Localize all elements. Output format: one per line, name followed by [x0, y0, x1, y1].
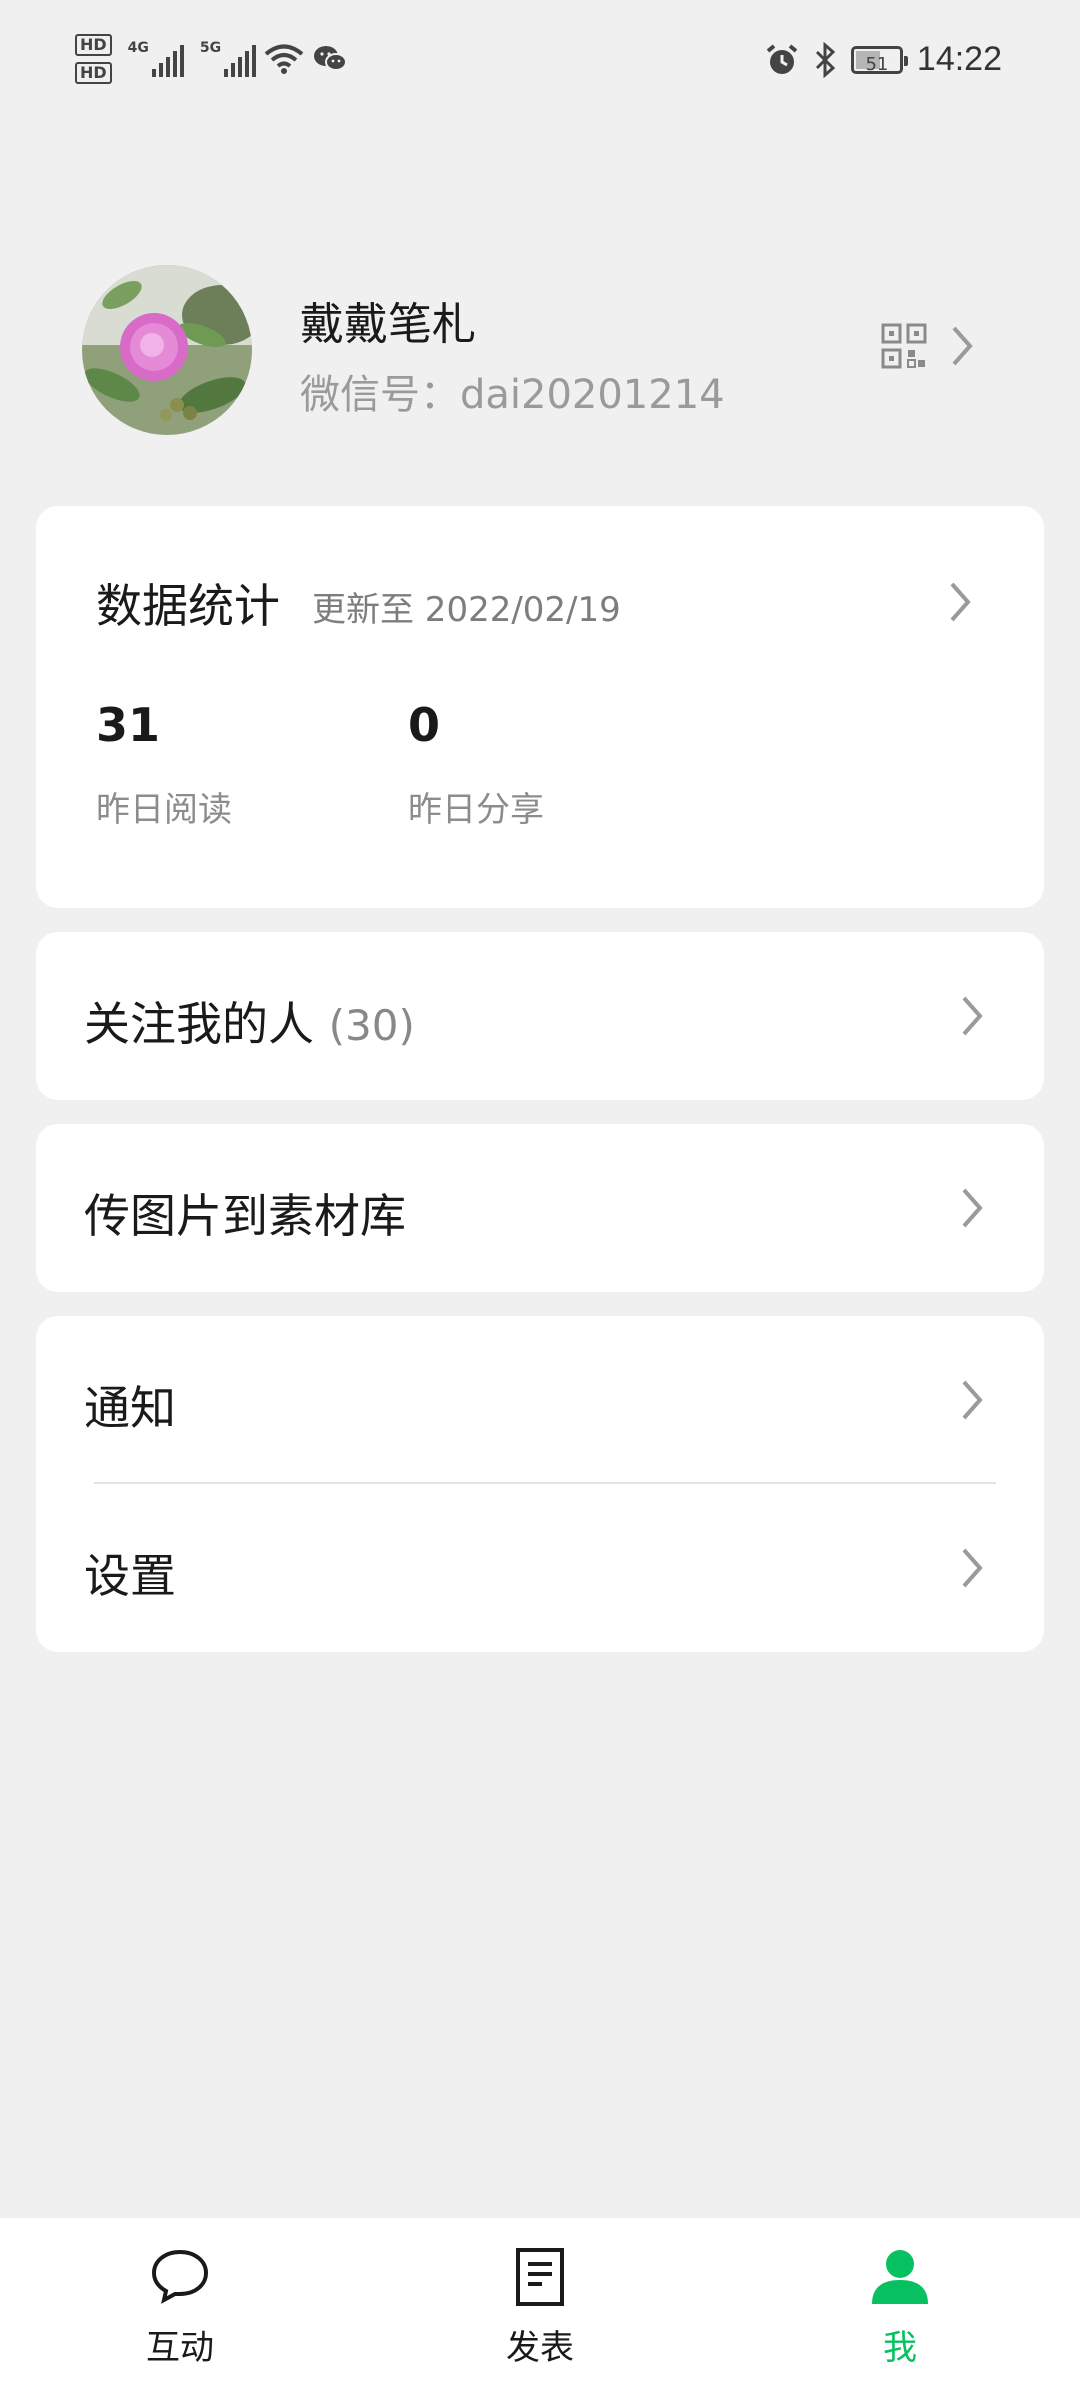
tab-interact-label: 互动	[146, 2328, 214, 2368]
followers-label: 关注我的人 (30)	[84, 988, 415, 1054]
chevron-right-icon	[962, 1188, 983, 1228]
yesterday-reads-label: 昨日阅读	[96, 790, 232, 830]
notifications-row[interactable]: 通知	[36, 1316, 1044, 1482]
net1-label: 4G	[127, 40, 149, 56]
alarm-icon	[766, 43, 798, 74]
chevron-right-icon	[950, 582, 971, 622]
tab-publish[interactable]: 发表	[440, 2218, 640, 2388]
yesterday-reads-value: 31	[96, 698, 161, 752]
signal-4g: 4G	[128, 41, 184, 77]
followers-count: (30)	[328, 1001, 415, 1050]
status-right: 51 14:22	[765, 40, 1002, 79]
followers-row[interactable]: 关注我的人 (30)	[36, 932, 1044, 1100]
bluetooth-icon	[815, 41, 836, 78]
bottom-tab-bar: 互动 发表 我	[0, 2218, 1080, 2388]
clock: 14:22	[916, 40, 1002, 78]
stats-updated-date: 更新至 2022/02/19	[312, 590, 621, 630]
chevron-right-icon	[962, 1380, 983, 1420]
chevron-right-icon	[962, 996, 983, 1036]
profile-name: 戴戴笔札	[300, 299, 476, 350]
settings-row[interactable]: 设置	[36, 1484, 1044, 1652]
chevron-right-icon	[962, 1548, 983, 1588]
followers-text: 关注我的人	[84, 997, 314, 1051]
battery-icon: 51	[850, 45, 908, 75]
tab-me-label: 我	[883, 2328, 917, 2368]
hd2-badge: HD	[75, 62, 112, 84]
wifi-icon	[264, 44, 304, 74]
signal-bars-icon	[224, 45, 257, 77]
signal-bars-icon	[151, 45, 184, 77]
chat-bubble-icon	[151, 2249, 209, 2304]
settings-group: 通知 设置	[36, 1316, 1044, 1652]
stats-card[interactable]: 数据统计 更新至 2022/02/19 31 昨日阅读 0 昨日分享	[36, 506, 1044, 908]
chevron-right-icon	[952, 326, 973, 366]
wechat-icon	[314, 46, 348, 71]
document-icon	[516, 2248, 564, 2306]
tab-publish-label: 发表	[506, 2328, 574, 2368]
notifications-label: 通知	[84, 1381, 176, 1435]
wechat-id: 微信号：dai20201214	[300, 372, 725, 418]
status-left: HD HD 4G 5G	[75, 34, 348, 84]
avatar-flower-image	[82, 265, 252, 435]
yesterday-shares-label: 昨日分享	[408, 790, 544, 830]
settings-label: 设置	[84, 1549, 176, 1603]
hd1-badge: HD	[75, 34, 112, 56]
battery-level: 51	[865, 53, 889, 75]
person-icon	[872, 2250, 928, 2304]
profile-header[interactable]: 戴戴笔札 微信号：dai20201214	[0, 260, 1080, 440]
stats-title: 数据统计	[96, 579, 280, 633]
yesterday-shares-value: 0	[408, 698, 441, 752]
tab-interact[interactable]: 互动	[80, 2218, 280, 2388]
upload-images-label: 传图片到素材库	[84, 1189, 406, 1243]
avatar[interactable]	[82, 265, 252, 435]
upload-images-row[interactable]: 传图片到素材库	[36, 1124, 1044, 1292]
status-bar: HD HD 4G 5G 51 14:22	[0, 0, 1080, 130]
signal-5g: 5G	[199, 40, 257, 77]
hd-indicators: HD HD	[75, 34, 112, 84]
qr-code-icon[interactable]	[880, 322, 928, 370]
tab-me[interactable]: 我	[800, 2218, 1000, 2388]
net2-label: 5G	[199, 40, 222, 56]
